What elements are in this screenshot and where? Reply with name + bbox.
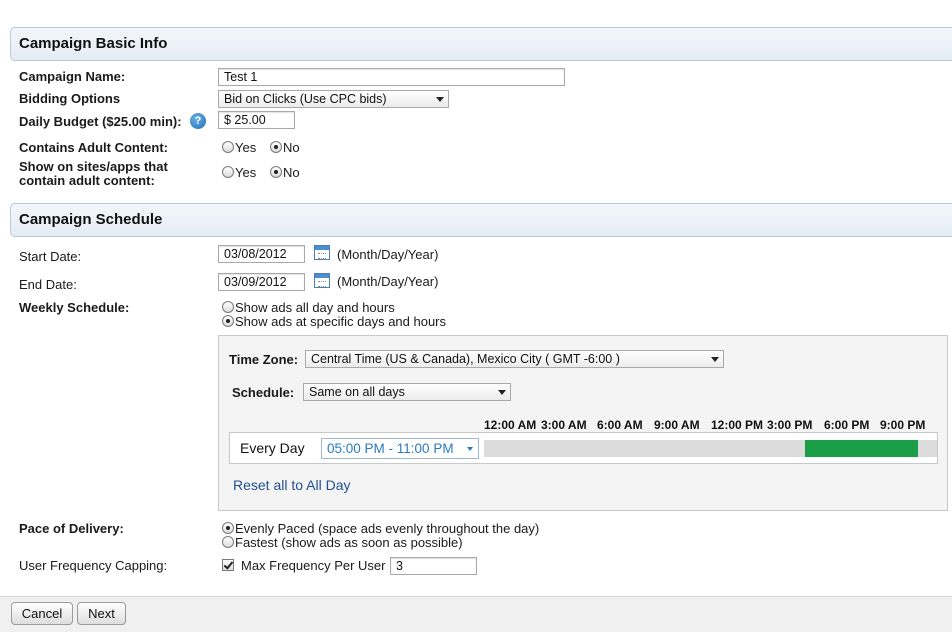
end-date-input[interactable]: [218, 273, 305, 291]
schedule-header: Campaign Schedule: [10, 203, 952, 237]
weekly-all-day-label: Show ads all day and hours: [235, 300, 395, 315]
start-date-label: Start Date:: [19, 249, 82, 264]
calendar-icon[interactable]: [314, 273, 330, 288]
schedule-row-label: Every Day: [240, 440, 305, 456]
hour-label: 3:00 AM: [541, 418, 587, 432]
hour-label: 3:00 PM: [767, 418, 813, 432]
schedule-select[interactable]: Same on all days: [303, 383, 511, 401]
calendar-icon[interactable]: [314, 245, 330, 260]
hour-label: 12:00 PM: [711, 418, 764, 432]
bidding-options-select[interactable]: Bid on Clicks (Use CPC bids): [218, 90, 449, 108]
time-range-value: 05:00 PM - 11:00 PM: [327, 441, 454, 456]
campaign-name-input[interactable]: [218, 68, 565, 86]
hour-timeline[interactable]: [484, 440, 937, 457]
adult-sites-label-line1: Show on sites/apps that: [19, 159, 168, 174]
sites-yes-radio[interactable]: [222, 166, 234, 178]
timezone-select[interactable]: Central Time (US & Canada), Mexico City …: [305, 350, 724, 368]
start-date-input[interactable]: [218, 245, 305, 263]
reset-all-link[interactable]: Reset all to All Day: [233, 477, 351, 493]
time-range-select[interactable]: 05:00 PM - 11:00 PM: [321, 438, 479, 459]
adult-yes-radio[interactable]: [222, 141, 234, 153]
hour-label: 9:00 AM: [654, 418, 700, 432]
daily-budget-input[interactable]: [218, 111, 295, 129]
weekly-all-day-radio[interactable]: [222, 301, 234, 313]
campaign-name-label: Campaign Name:: [19, 69, 126, 84]
schedule-value: Same on all days: [309, 385, 405, 399]
end-date-label: End Date:: [19, 277, 77, 292]
schedule-label: Schedule:: [232, 385, 295, 400]
basic-info-title: Campaign Basic Info: [19, 35, 168, 52]
active-hours-bar[interactable]: [804, 440, 919, 457]
bidding-options-label: Bidding Options: [19, 91, 121, 106]
adult-no-label: No: [283, 140, 300, 155]
weekly-specific-label: Show ads at specific days and hours: [235, 314, 447, 329]
frequency-label: User Frequency Capping:: [19, 558, 168, 573]
pace-even-radio[interactable]: [222, 522, 234, 534]
sites-no-label: No: [283, 165, 300, 180]
schedule-title: Campaign Schedule: [19, 211, 163, 228]
help-icon[interactable]: ?: [190, 113, 206, 129]
bidding-options-value: Bid on Clicks (Use CPC bids): [224, 92, 387, 106]
schedule-row: Every Day 05:00 PM - 11:00 PM: [229, 432, 938, 464]
cancel-button[interactable]: Cancel: [11, 602, 73, 625]
frequency-checkbox[interactable]: [222, 559, 234, 571]
pace-fast-label: Fastest (show ads as soon as possible): [235, 535, 463, 550]
timezone-value: Central Time (US & Canada), Mexico City …: [311, 352, 620, 366]
chevron-down-icon: [436, 97, 444, 102]
adult-no-radio[interactable]: [270, 141, 282, 153]
pace-even-label: Evenly Paced (space ads evenly throughou…: [235, 521, 540, 536]
adult-sites-label-line2: contain adult content:: [19, 173, 155, 188]
sites-yes-label: Yes: [235, 165, 257, 180]
sites-no-radio[interactable]: [270, 166, 282, 178]
footer-bar: [0, 596, 952, 632]
start-date-format: (Month/Day/Year): [337, 247, 439, 262]
adult-yes-label: Yes: [235, 140, 257, 155]
adult-content-label: Contains Adult Content:: [19, 140, 168, 155]
end-date-format: (Month/Day/Year): [337, 274, 439, 289]
hour-label: 9:00 PM: [880, 418, 926, 432]
pace-fast-radio[interactable]: [222, 536, 234, 548]
weekly-specific-radio[interactable]: [222, 315, 234, 327]
frequency-checkbox-label: Max Frequency Per User: [241, 558, 386, 573]
hour-label: 6:00 PM: [824, 418, 870, 432]
basic-info-header: Campaign Basic Info: [10, 27, 952, 61]
chevron-down-icon: [498, 390, 506, 395]
next-button[interactable]: Next: [77, 602, 126, 625]
chevron-down-icon: [711, 357, 719, 362]
hour-label: 12:00 AM: [484, 418, 537, 432]
timezone-label: Time Zone:: [229, 352, 299, 367]
daily-budget-label: Daily Budget ($25.00 min):: [19, 114, 182, 129]
weekly-schedule-label: Weekly Schedule:: [19, 300, 130, 315]
frequency-input[interactable]: [390, 557, 477, 575]
chevron-down-icon: [467, 447, 473, 451]
hour-label: 6:00 AM: [597, 418, 643, 432]
pace-label: Pace of Delivery:: [19, 521, 124, 536]
